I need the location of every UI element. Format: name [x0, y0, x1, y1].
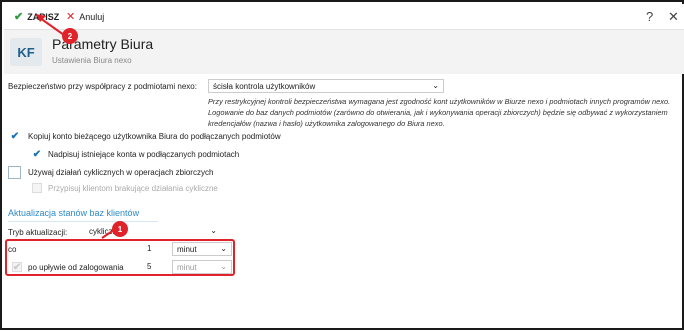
window-frame: ✔ ZAPISZ ✕ Anuluj ? ✕ KF Parametry Biura… — [0, 0, 684, 330]
annotation-arrows — [36, 14, 115, 239]
